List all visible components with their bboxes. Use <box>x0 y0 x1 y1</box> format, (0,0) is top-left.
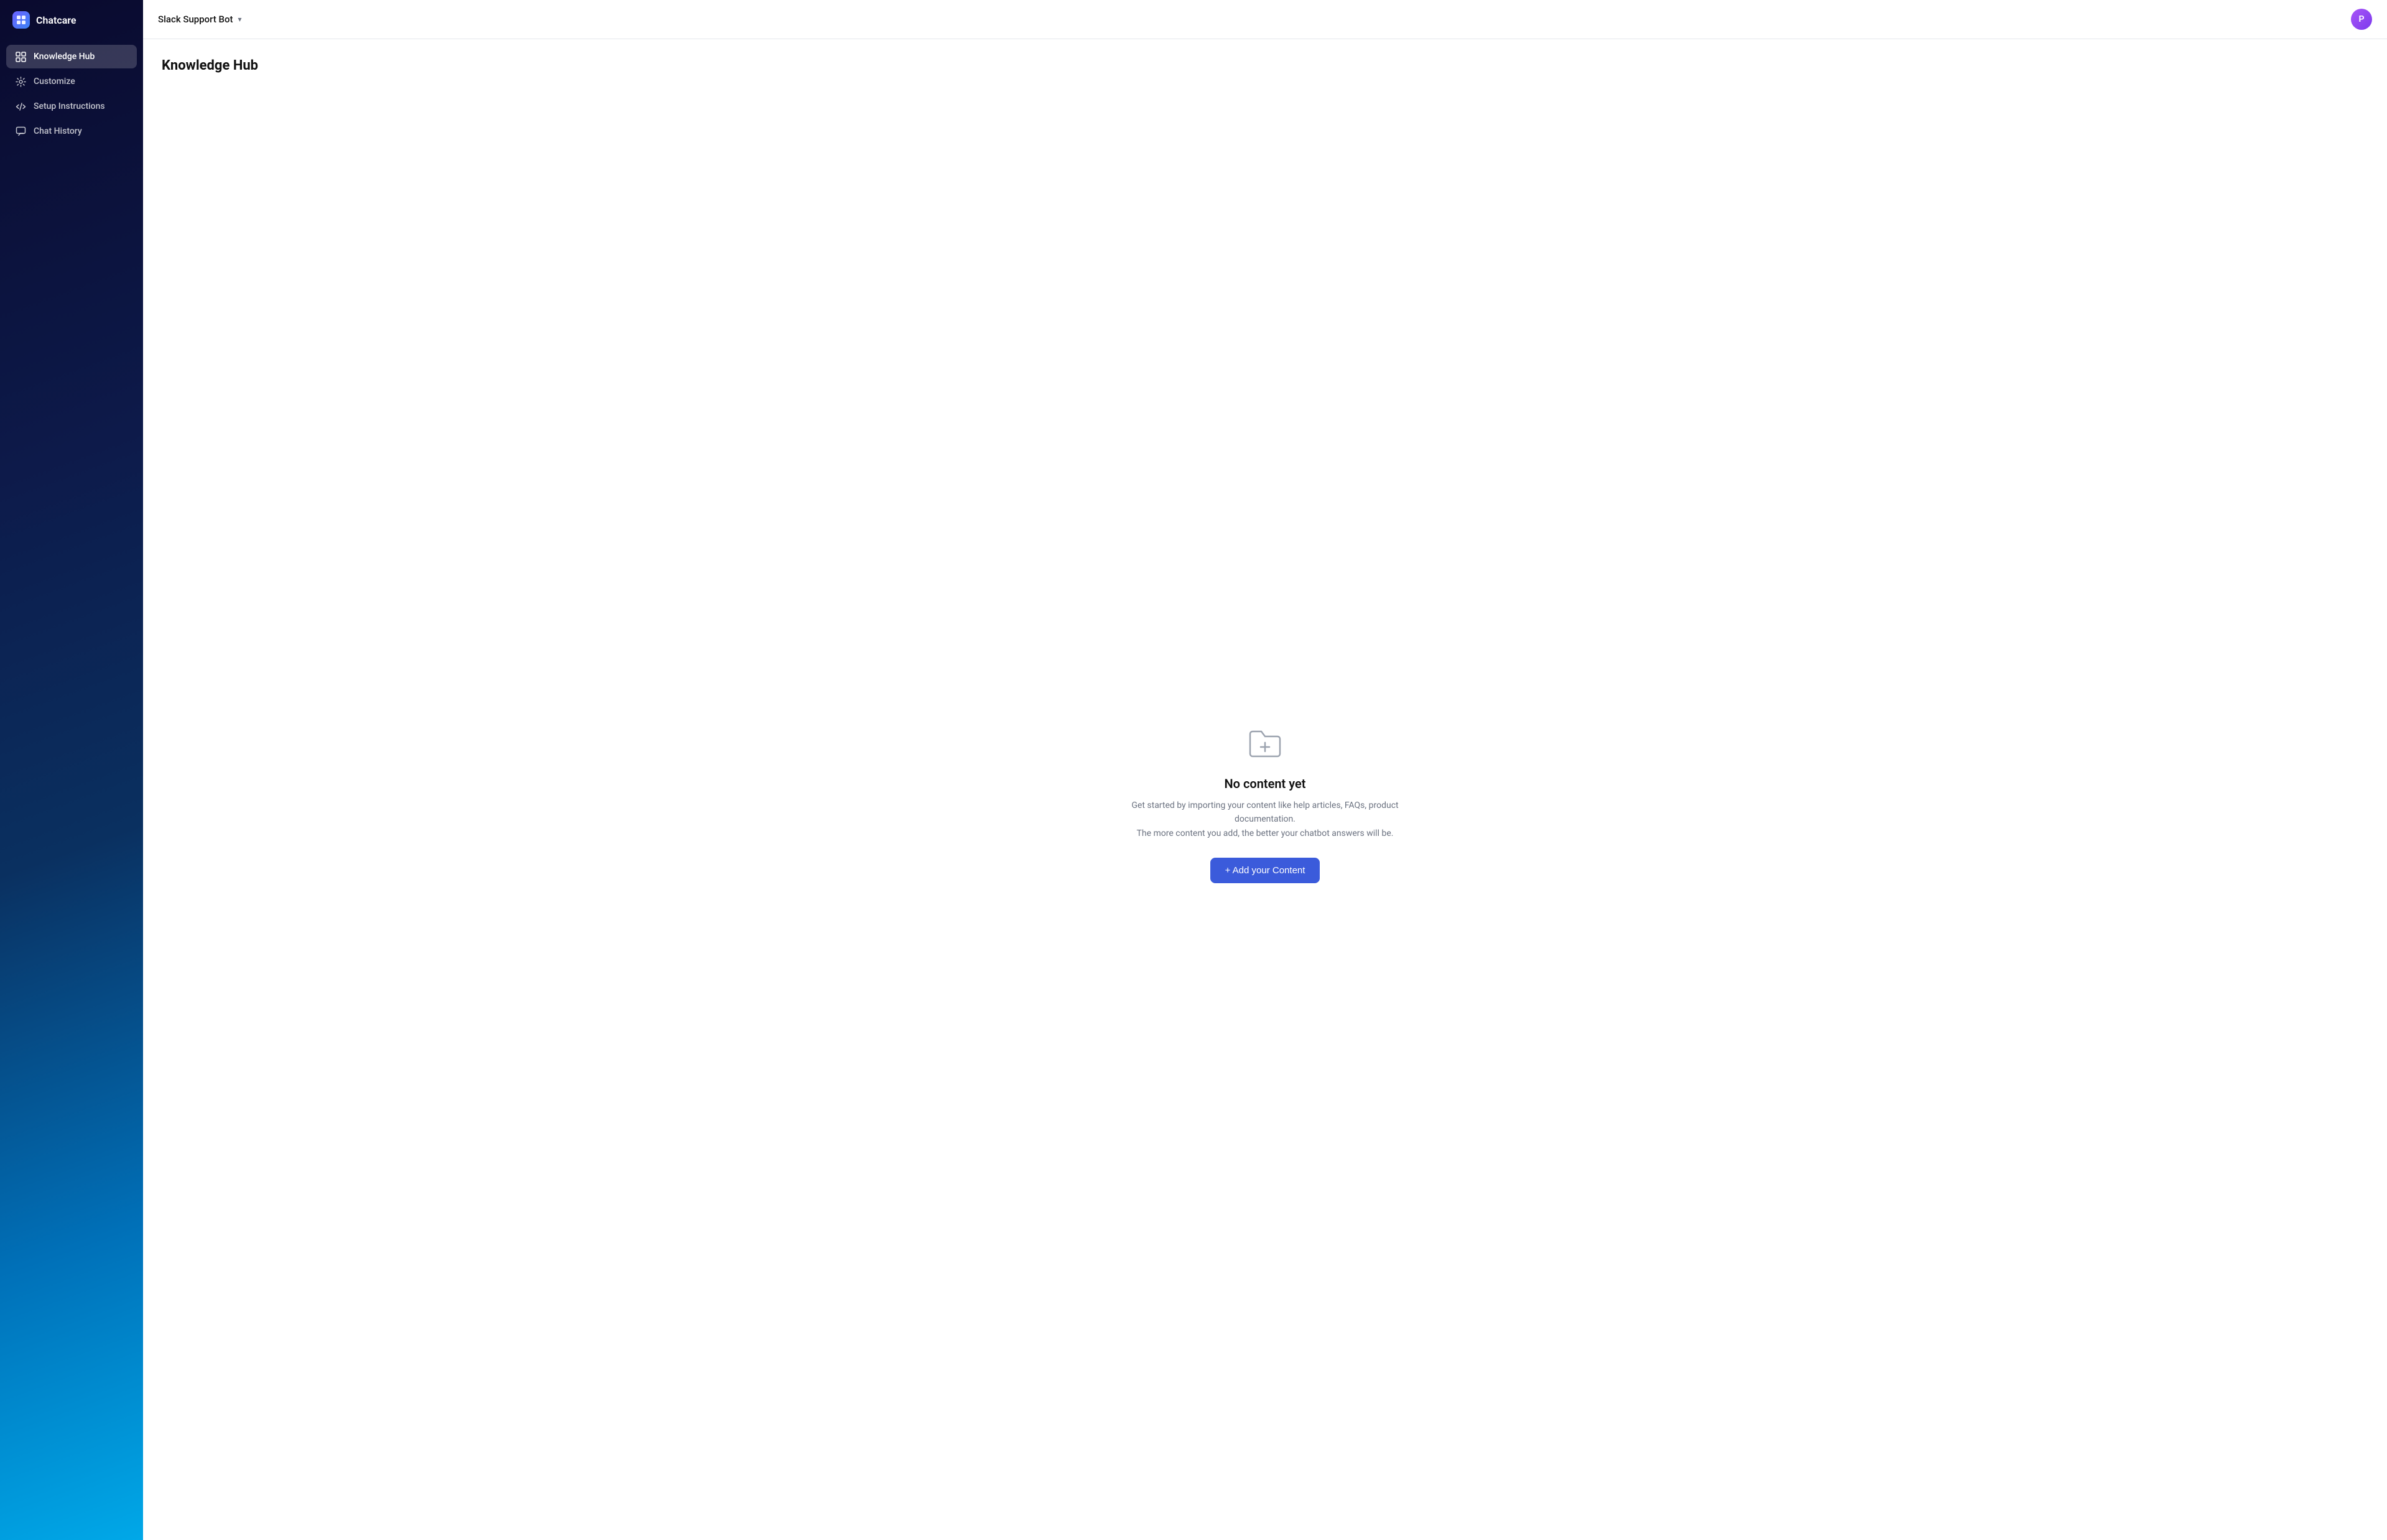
empty-desc-line2: The more content you add, the better you… <box>1137 828 1394 838</box>
code-icon <box>15 101 26 112</box>
bot-name: Slack Support Bot <box>158 14 233 25</box>
add-content-button[interactable]: + Add your Content <box>1210 858 1320 883</box>
sidebar: Chatcare Knowledge Hub Cu <box>0 0 143 1540</box>
sidebar-item-customize-label: Customize <box>34 77 75 86</box>
sidebar-item-customize[interactable]: Customize <box>6 70 137 93</box>
sidebar-item-setup-instructions[interactable]: Setup Instructions <box>6 95 137 118</box>
empty-title: No content yet <box>1225 776 1306 791</box>
main-content: Slack Support Bot ▾ P Knowledge Hub No c… <box>143 0 2387 1540</box>
user-avatar[interactable]: P <box>2351 9 2372 30</box>
app-name: Chatcare <box>36 14 76 26</box>
chevron-down-icon: ▾ <box>238 15 242 24</box>
logo-icon <box>12 11 30 29</box>
empty-state: No content yet Get started by importing … <box>162 86 2368 1521</box>
empty-folder-icon <box>1245 724 1285 764</box>
sidebar-item-setup-instructions-label: Setup Instructions <box>34 101 105 111</box>
topbar: Slack Support Bot ▾ P <box>143 0 2387 39</box>
chat-icon <box>15 126 26 137</box>
sidebar-nav: Knowledge Hub Customize Setup Instruc <box>0 40 143 148</box>
page-content: Knowledge Hub No content yet Get started… <box>143 39 2387 1540</box>
sidebar-item-knowledge-hub-label: Knowledge Hub <box>34 52 95 62</box>
bot-selector[interactable]: Slack Support Bot ▾ <box>158 14 242 25</box>
sidebar-item-chat-history[interactable]: Chat History <box>6 119 137 143</box>
page-title: Knowledge Hub <box>162 58 2368 73</box>
grid-icon <box>15 51 26 62</box>
empty-description: Get started by importing your content li… <box>1116 799 1414 840</box>
gear-icon <box>15 76 26 87</box>
empty-desc-line1: Get started by importing your content li… <box>1131 800 1398 824</box>
app-logo: Chatcare <box>0 0 143 40</box>
add-content-label: + Add your Content <box>1225 865 1305 876</box>
sidebar-item-chat-history-label: Chat History <box>34 126 82 136</box>
sidebar-item-knowledge-hub[interactable]: Knowledge Hub <box>6 45 137 68</box>
